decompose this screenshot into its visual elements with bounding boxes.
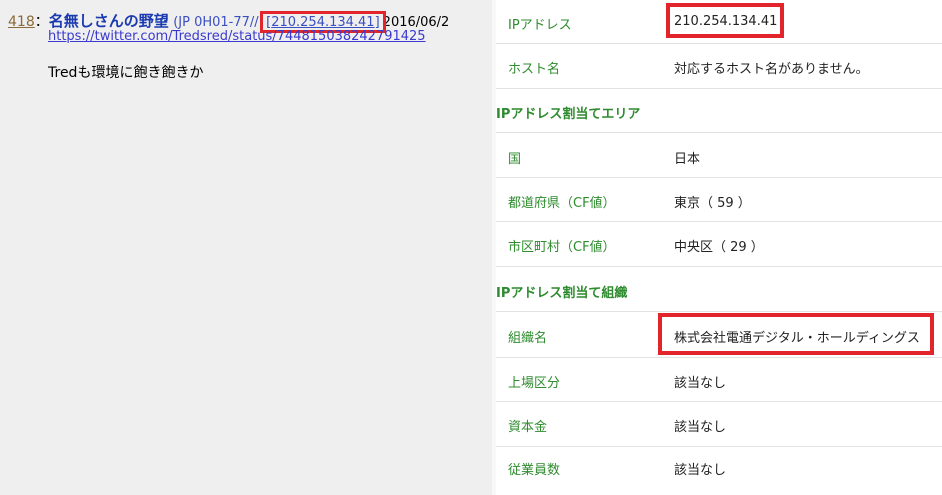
row-capital: 資本金 該当なし — [496, 402, 942, 447]
row-listing: 上場区分 該当なし — [496, 358, 942, 402]
country-label: 国 — [508, 152, 522, 167]
ip-bracket-close: ] — [374, 15, 380, 30]
hostname-label: ホスト名 — [508, 62, 561, 77]
post-ip-link[interactable]: 210.254.134.41 — [271, 15, 374, 30]
row-employees: 従業員数 該当なし — [496, 447, 942, 495]
prefecture-value: 東京（ 59 ） — [674, 196, 751, 211]
post-ip-highlight: [210.254.134.41] — [260, 11, 386, 33]
prefecture-label: 都道府県（CF値） — [508, 196, 616, 211]
post-header: 418：名無しさんの野望 (JP 0H01-77// [210.254.134.… — [8, 10, 450, 33]
post-separator: ： — [34, 14, 49, 30]
country-value: 日本 — [674, 152, 701, 167]
post-date: 2016/06/2 — [382, 15, 450, 30]
city-value: 中央区（ 29 ） — [674, 240, 764, 255]
row-prefecture: 都道府県（CF値） 東京（ 59 ） — [496, 178, 942, 222]
post-pane: 418：名無しさんの野望 (JP 0H01-77// [210.254.134.… — [0, 0, 492, 495]
capital-value: 該当なし — [674, 420, 727, 435]
poster-trip: (JP 0H01-77// — [173, 15, 259, 30]
org-name-highlight — [658, 313, 934, 355]
ip-info-pane: IPアドレス 210.254.134.41 ホスト名 対応するホスト名がありませ… — [496, 0, 942, 495]
section-assigned-area-title: IPアドレス割当てエリア — [496, 107, 641, 122]
section-assigned-area: IPアドレス割当てエリア — [496, 89, 942, 133]
post-number[interactable]: 418 — [8, 14, 35, 30]
employees-value: 該当なし — [674, 463, 727, 478]
ip-address-highlight — [666, 3, 784, 38]
listing-label: 上場区分 — [508, 376, 561, 391]
poster-name: 名無しさんの野望 — [48, 12, 169, 30]
section-assigned-org: IPアドレス割当て組織 — [496, 267, 942, 312]
capital-label: 資本金 — [508, 420, 548, 435]
city-label: 市区町村（CF値） — [508, 240, 616, 255]
listing-value: 該当なし — [674, 376, 727, 391]
ip-address-label: IPアドレス — [508, 18, 572, 33]
row-country: 国 日本 — [496, 133, 942, 178]
twitter-link[interactable]: https://twitter.com/Tredsred/status/7448… — [48, 29, 426, 44]
hostname-value: 対応するホスト名がありません。 — [674, 62, 869, 77]
employees-label: 従業員数 — [508, 463, 561, 478]
section-assigned-org-title: IPアドレス割当て組織 — [496, 286, 628, 301]
org-name-label: 組織名 — [508, 331, 548, 346]
row-city: 市区町村（CF値） 中央区（ 29 ） — [496, 222, 942, 267]
post-body: Tredも環境に飽き飽きか — [48, 65, 204, 81]
row-hostname: ホスト名 対応するホスト名がありません。 — [496, 44, 942, 89]
